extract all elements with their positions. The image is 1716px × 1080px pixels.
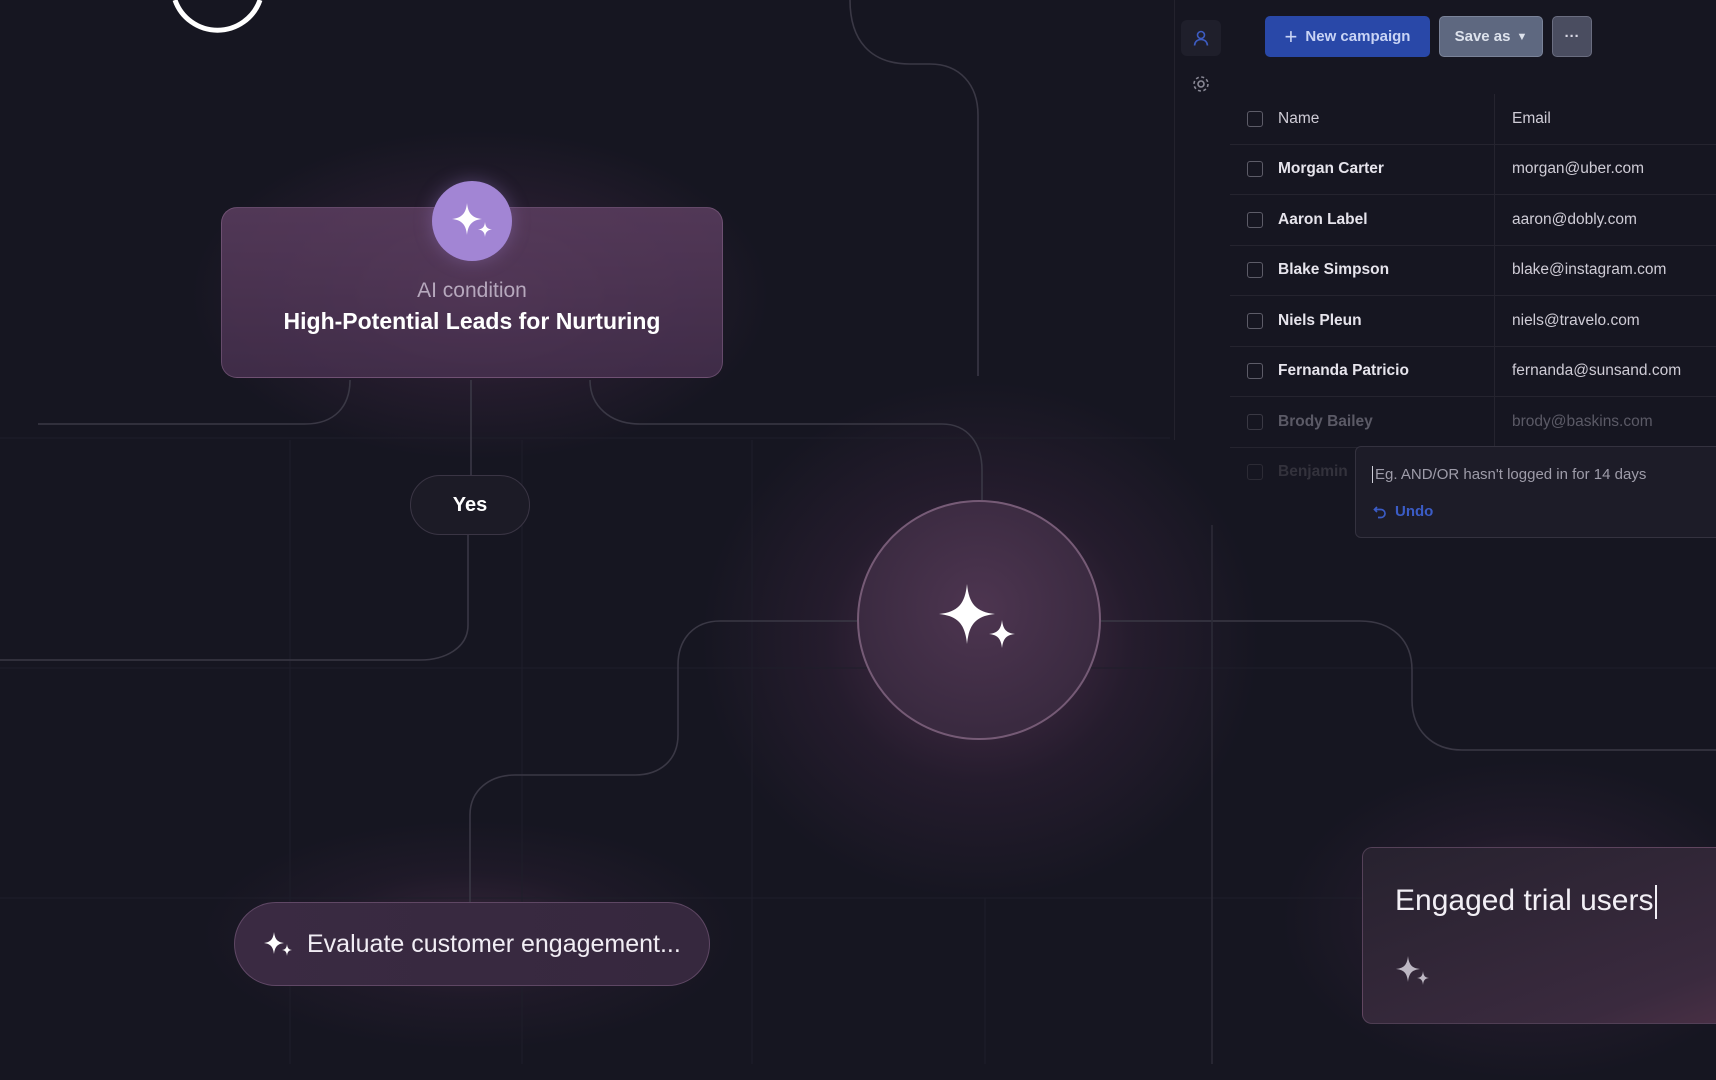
evaluate-label: Evaluate customer engagement... (307, 929, 681, 958)
contact-name: Fernanda Patricio (1278, 362, 1409, 380)
panel-divider (1174, 0, 1175, 440)
column-header-email[interactable]: Email (1512, 110, 1551, 128)
undo-icon (1373, 505, 1386, 518)
contact-name: Blake Simpson (1278, 261, 1390, 279)
more-options-button[interactable]: ··· (1552, 16, 1592, 57)
condition-subtitle: AI condition (417, 279, 527, 302)
branch-yes-label[interactable]: Yes (410, 475, 530, 535)
new-campaign-button[interactable]: + New campaign (1265, 16, 1430, 57)
new-campaign-label: New campaign (1305, 28, 1411, 45)
undo-label: Undo (1395, 503, 1434, 520)
plus-icon: + (1284, 23, 1298, 49)
row-checkbox[interactable] (1247, 262, 1263, 279)
sparkles-icon[interactable] (1395, 955, 1431, 987)
contacts-table: Name Email Morgan Carter morgan@uber.com… (1230, 94, 1716, 497)
contact-name: Brody Bailey (1278, 412, 1373, 430)
sparkles-icon (452, 203, 492, 237)
contact-name: Benjamin (1278, 463, 1348, 481)
logo-fragment (172, 0, 263, 33)
save-as-label: Save as (1454, 28, 1511, 45)
save-as-button[interactable]: Save as ▼ (1439, 16, 1543, 57)
contact-email: blake@instagram.com (1512, 261, 1667, 279)
row-checkbox[interactable] (1247, 312, 1263, 329)
contact-email: aaron@dobly.com (1512, 210, 1637, 228)
row-checkbox[interactable] (1247, 161, 1263, 178)
condition-badge (432, 181, 512, 261)
contact-name: Aaron Label (1278, 210, 1368, 228)
sparkles-icon (264, 932, 292, 956)
user-icon[interactable] (1181, 20, 1221, 56)
row-checkbox[interactable] (1247, 363, 1263, 380)
table-row[interactable]: Fernanda Patricio fernanda@sunsand.com (1230, 346, 1716, 397)
contact-email: niels@travelo.com (1512, 311, 1640, 329)
sparkles-icon (939, 584, 1015, 648)
contact-email: morgan@uber.com (1512, 160, 1645, 178)
contact-email: brody@baskins.com (1512, 412, 1653, 430)
table-header-row: Name Email (1230, 94, 1716, 145)
undo-button[interactable]: Undo (1373, 503, 1433, 520)
row-checkbox[interactable] (1247, 413, 1263, 430)
table-row[interactable]: Niels Pleun niels@travelo.com (1230, 296, 1716, 347)
contact-name: Niels Pleun (1278, 311, 1362, 329)
ai-condition-node[interactable]: AI condition High-Potential Leads for Nu… (221, 181, 723, 378)
evaluate-engagement-node[interactable]: Evaluate customer engagement... (234, 902, 710, 986)
filter-popover: Eg. AND/OR hasn't logged in for 14 days … (1355, 446, 1716, 538)
prompt-text[interactable]: Engaged trial users (1395, 884, 1657, 920)
chevron-down-icon: ▼ (1516, 30, 1528, 43)
gear-icon[interactable] (1188, 71, 1214, 97)
contact-email: fernanda@sunsand.com (1512, 362, 1682, 380)
filter-input[interactable]: Eg. AND/OR hasn't logged in for 14 days (1372, 466, 1646, 483)
column-header-name[interactable]: Name (1278, 110, 1319, 128)
row-checkbox[interactable] (1247, 211, 1263, 228)
text-caret (1654, 885, 1657, 920)
select-all-checkbox[interactable] (1247, 110, 1263, 127)
row-checkbox[interactable] (1247, 464, 1263, 481)
center-ai-node[interactable] (857, 500, 1101, 740)
contact-name: Morgan Carter (1278, 160, 1384, 178)
table-row[interactable]: Brody Bailey brody@baskins.com (1230, 397, 1716, 448)
table-row[interactable]: Aaron Label aaron@dobly.com (1230, 195, 1716, 246)
table-row[interactable]: Blake Simpson blake@instagram.com (1230, 245, 1716, 296)
condition-title: High-Potential Leads for Nurturing (283, 308, 661, 334)
prompt-input-card[interactable]: Engaged trial users (1362, 847, 1716, 1024)
table-row[interactable]: Morgan Carter morgan@uber.com (1230, 144, 1716, 195)
